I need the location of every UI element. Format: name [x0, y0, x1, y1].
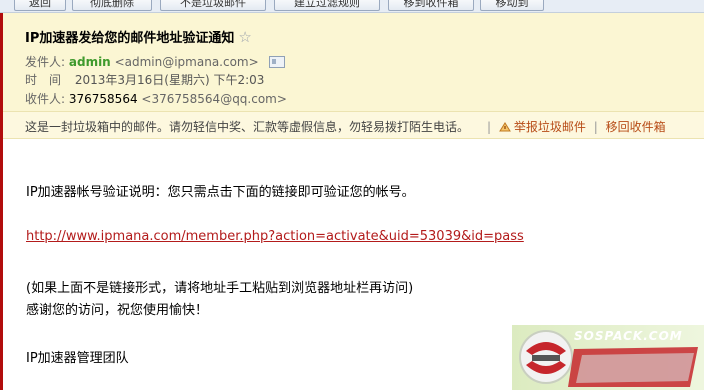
divider: |	[593, 120, 598, 134]
divider: |	[487, 120, 492, 134]
to-label: 收件人:	[25, 92, 66, 106]
body-line-manual-paste: (如果上面不是链接形式，请将地址手工粘贴到浏览器地址栏再访问)	[26, 281, 414, 296]
spam-notice-text: 这是一封垃圾箱中的邮件。请勿轻信中奖、汇款等虚假信息，勿轻易拨打陌生电话。	[25, 120, 470, 134]
time-value: 2013年3月16日(星期六) 下午2:03	[74, 73, 265, 87]
sender-name[interactable]: admin	[69, 55, 111, 69]
email-header: IP加速器发给您的邮件地址验证通知 ☆ 发件人: admin <admin@ipm…	[3, 13, 704, 112]
body-line-instructions: IP加速器帐号验证说明：您只需点击下面的链接即可验证您的帐号。	[26, 185, 415, 200]
subject-text: IP加速器发给您的邮件地址验证通知	[25, 31, 235, 46]
activation-link[interactable]: http://www.ipmana.com/member.php?action=…	[26, 229, 524, 244]
from-label: 发件人:	[25, 55, 66, 69]
move-back-to-inbox-link[interactable]: 移回收件箱	[606, 120, 666, 134]
time-label: 时 间	[25, 73, 62, 87]
email-signature: IP加速器管理团队	[26, 351, 129, 366]
toolbar: 返回 彻底删除 不是垃圾邮件 建立过滤规则 移到收件箱 移动到	[0, 0, 704, 13]
create-filter-button[interactable]: 建立过滤规则	[274, 0, 380, 11]
spam-notice-bar: 这是一封垃圾箱中的邮件。请勿轻信中奖、汇款等虚假信息，勿轻易拨打陌生电话。 | …	[3, 112, 704, 139]
contact-card-icon[interactable]	[268, 55, 285, 68]
recipient-row: 收件人: 376758564 <376758564@qq.com>	[25, 90, 287, 107]
star-icon[interactable]: ☆	[238, 28, 251, 46]
recipient-address: <376758564@qq.com>	[141, 92, 287, 106]
recipient-name[interactable]: 376758564	[69, 92, 138, 106]
watermark-text: SOSPACK.COM	[574, 329, 683, 343]
body-line-thanks: 感谢您的访问，祝您使用愉快！	[26, 303, 209, 318]
sender-row: 发件人: admin <admin@ipmana.com>	[25, 53, 285, 70]
time-row: 时 间 2013年3月16日(星期六) 下午2:03	[25, 71, 264, 88]
spam-actions: | 举报垃圾邮件 | 移回收件箱	[483, 118, 666, 135]
report-spam-link[interactable]: 举报垃圾邮件	[514, 120, 586, 134]
report-icon	[498, 122, 511, 132]
move-to-button[interactable]: 移动到	[480, 0, 544, 11]
back-button[interactable]: 返回	[14, 0, 66, 11]
email-subject: IP加速器发给您的邮件地址验证通知 ☆	[25, 27, 252, 46]
delete-permanently-button[interactable]: 彻底删除	[72, 0, 152, 11]
sender-address: <admin@ipmana.com>	[114, 55, 259, 69]
watermark-logo: SOSPACK.COM	[512, 325, 704, 390]
not-spam-button[interactable]: 不是垃圾邮件	[160, 0, 266, 11]
move-to-inbox-button[interactable]: 移到收件箱	[388, 0, 474, 11]
